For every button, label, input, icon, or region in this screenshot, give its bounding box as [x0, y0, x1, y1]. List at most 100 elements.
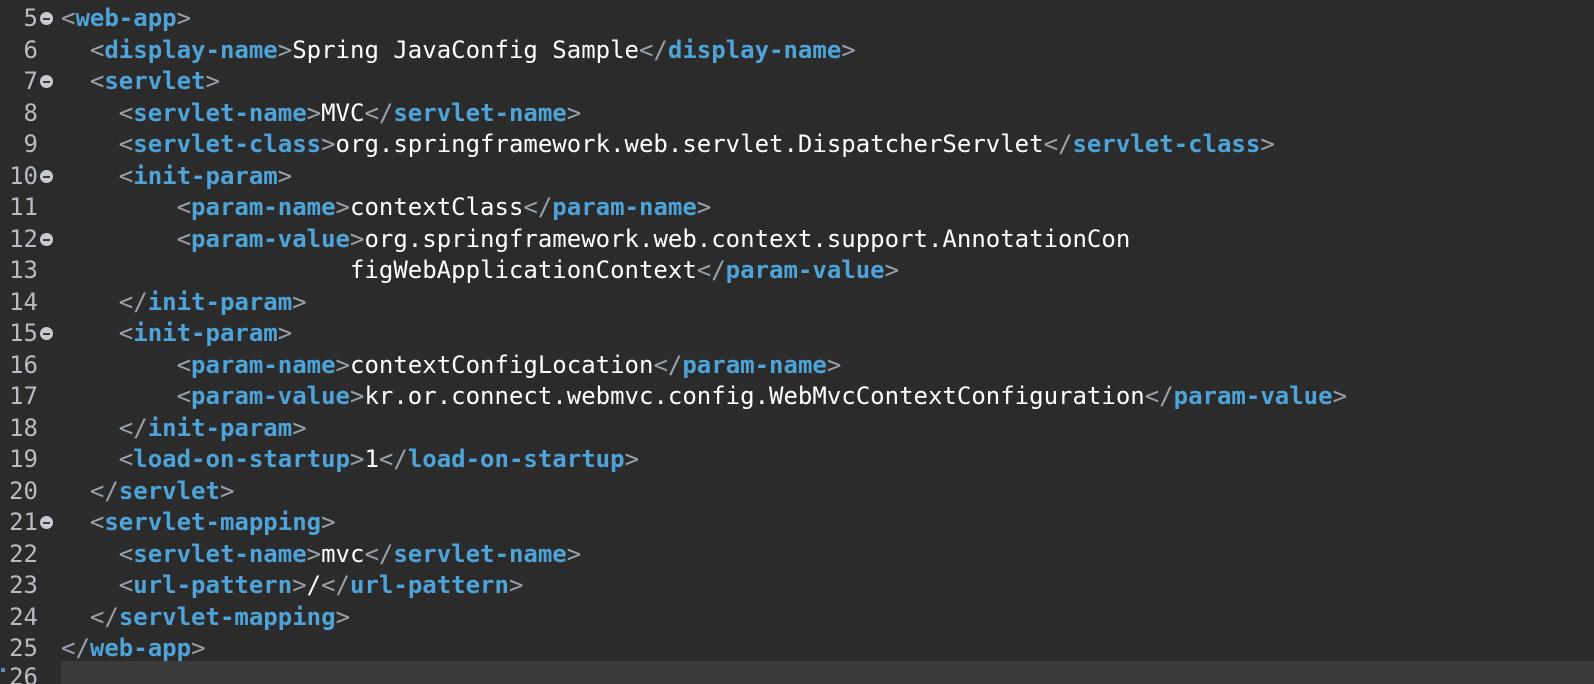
code-line[interactable]: 12 <param-value>org.springframework.web.…	[0, 223, 1594, 255]
xml-tag-name: servlet-mapping	[104, 508, 322, 536]
xml-tag-name: servlet-name	[133, 539, 307, 568]
xml-text	[61, 67, 90, 95]
code-text: <param-value>kr.or.connect.webmvc.config…	[61, 380, 1347, 412]
xml-text: kr.or.connect.webmvc.config.WebMvcContex…	[364, 382, 1145, 410]
xml-tag-name: servlet-mapping	[118, 602, 336, 631]
xml-text	[61, 477, 90, 505]
fold-collapse-icon[interactable]	[40, 516, 53, 529]
xml-text: MVC	[321, 98, 365, 127]
code-line[interactable]: 9 <servlet-class>org.springframework.web…	[0, 128, 1594, 160]
xml-bracket: >	[277, 161, 293, 190]
fold-collapse-icon[interactable]	[40, 12, 53, 25]
code-line[interactable]: 18 </init-param>	[0, 412, 1594, 444]
xml-bracket: <	[89, 67, 105, 95]
code-line[interactable]: 5 <web-app>	[0, 2, 1594, 34]
code-line[interactable]: 24 </servlet-mapping>	[0, 601, 1594, 633]
code-line[interactable]: 13 figWebApplicationContext</param-value…	[0, 254, 1594, 286]
code-text: <url-pattern>/</url-pattern>	[61, 569, 524, 601]
code-line[interactable]: 11 <param-name>contextClass</param-name>	[0, 191, 1594, 223]
xml-bracket: >	[176, 4, 192, 32]
xml-tag-name: display-name	[667, 35, 842, 64]
xml-bracket: >	[335, 350, 350, 379]
xml-bracket: </	[1144, 382, 1174, 410]
xml-bracket: <	[118, 571, 134, 599]
xml-bracket: </	[364, 539, 394, 568]
xml-text	[61, 508, 90, 536]
xml-bracket: </	[321, 571, 351, 599]
xml-bracket: >	[566, 98, 582, 127]
xml-bracket: >	[350, 224, 365, 253]
code-text: </servlet>	[61, 475, 235, 507]
xml-text	[61, 99, 119, 127]
line-number: 6	[23, 35, 38, 64]
code-line[interactable]: 7 <servlet>	[0, 65, 1594, 97]
xml-tag-name: servlet-class	[133, 130, 322, 158]
xml-bracket: <	[89, 35, 105, 64]
fold-collapse-icon[interactable]	[40, 232, 53, 246]
code-line[interactable]: 10 <init-param>	[0, 160, 1594, 192]
code-line[interactable]: 25 </web-app>	[0, 632, 1594, 664]
xml-text: Spring JavaConfig Sample	[292, 35, 639, 64]
fold-collapse-icon[interactable]	[40, 169, 53, 183]
xml-tag-name: init-param	[147, 287, 293, 316]
code-line[interactable]: 23 <url-pattern>/</url-pattern>	[0, 569, 1594, 601]
code-text: </init-param>	[61, 286, 307, 318]
code-text: figWebApplicationContext</param-value>	[61, 254, 899, 286]
xml-bracket: <	[118, 445, 134, 473]
code-text: </web-app>	[61, 632, 206, 664]
code-line[interactable]: 15 <init-param>	[0, 317, 1594, 349]
xml-bracket: <	[176, 193, 192, 221]
fold-collapse-icon[interactable]	[40, 75, 53, 88]
xml-bracket: >	[335, 602, 351, 631]
line-number: 5	[23, 4, 38, 32]
xml-bracket: >	[292, 571, 307, 599]
code-line[interactable]: 16 <param-name>contextConfigLocation</pa…	[0, 349, 1594, 381]
code-line[interactable]: 20 </servlet>	[0, 475, 1594, 507]
xml-tag-name: web-app	[89, 634, 192, 662]
xml-bracket: >	[306, 98, 322, 127]
xml-text	[61, 36, 90, 64]
xml-bracket: </	[653, 350, 683, 379]
xml-tag-name: init-param	[133, 319, 278, 347]
xml-text: mvc	[321, 539, 365, 568]
code-line[interactable]: 19 <load-on-startup>1</load-on-startup>	[0, 443, 1594, 475]
code-text: <param-name>contextConfigLocation</param…	[61, 349, 842, 381]
code-line[interactable]: 8 <servlet-name>MVC</servlet-name>	[0, 97, 1594, 129]
xml-tag-name: url-pattern	[350, 571, 509, 599]
line-number: 8	[23, 98, 38, 127]
xml-bracket: <	[176, 224, 192, 253]
xml-bracket: </	[638, 35, 668, 64]
xml-text	[61, 225, 177, 253]
xml-tag-name: load-on-startup	[407, 445, 625, 473]
xml-tag-name: param-value	[1173, 382, 1333, 410]
code-text: </servlet-mapping>	[61, 601, 350, 633]
xml-tag-name: param-value	[725, 256, 885, 284]
code-text: <servlet-name>MVC</servlet-name>	[61, 97, 581, 129]
fold-collapse-icon[interactable]	[40, 327, 53, 340]
xml-bracket: </	[378, 445, 408, 473]
line-number: 19	[9, 445, 38, 473]
line-number: 11	[9, 193, 38, 221]
xml-tag-name: servlet-name	[133, 98, 307, 127]
code-text: <param-name>contextClass</param-name>	[61, 191, 712, 223]
xml-bracket: >	[566, 539, 582, 568]
line-number: 20	[9, 476, 38, 505]
code-text: <servlet-class>org.springframework.web.s…	[61, 128, 1275, 160]
xml-tag-name: param-name	[682, 350, 827, 379]
code-line[interactable]: 6 <display-name>Spring JavaConfig Sample…	[0, 34, 1594, 66]
code-line[interactable]: 22 <servlet-name>mvc</servlet-name>	[0, 538, 1594, 570]
xml-tag-name: param-name	[552, 193, 697, 221]
xml-tag-name: param-name	[191, 350, 336, 379]
xml-code-editor[interactable]: 26 5 <web-app> 6 <display-name>Spring Java…	[0, 0, 1594, 684]
xml-bracket: </	[696, 256, 726, 284]
code-text: <servlet-name>mvc</servlet-name>	[61, 538, 581, 570]
code-line[interactable]: 21 <servlet-mapping>	[0, 506, 1594, 538]
xml-text	[61, 571, 119, 599]
xml-bracket: <	[118, 319, 134, 347]
xml-tag-name: load-on-startup	[133, 445, 350, 473]
xml-bracket: >	[219, 476, 235, 505]
line-number: 12	[9, 224, 38, 253]
quick-fix-marker-icon	[1, 668, 5, 672]
code-line[interactable]: 17 <param-value>kr.or.connect.webmvc.con…	[0, 380, 1594, 412]
code-line[interactable]: 14 </init-param>	[0, 286, 1594, 318]
